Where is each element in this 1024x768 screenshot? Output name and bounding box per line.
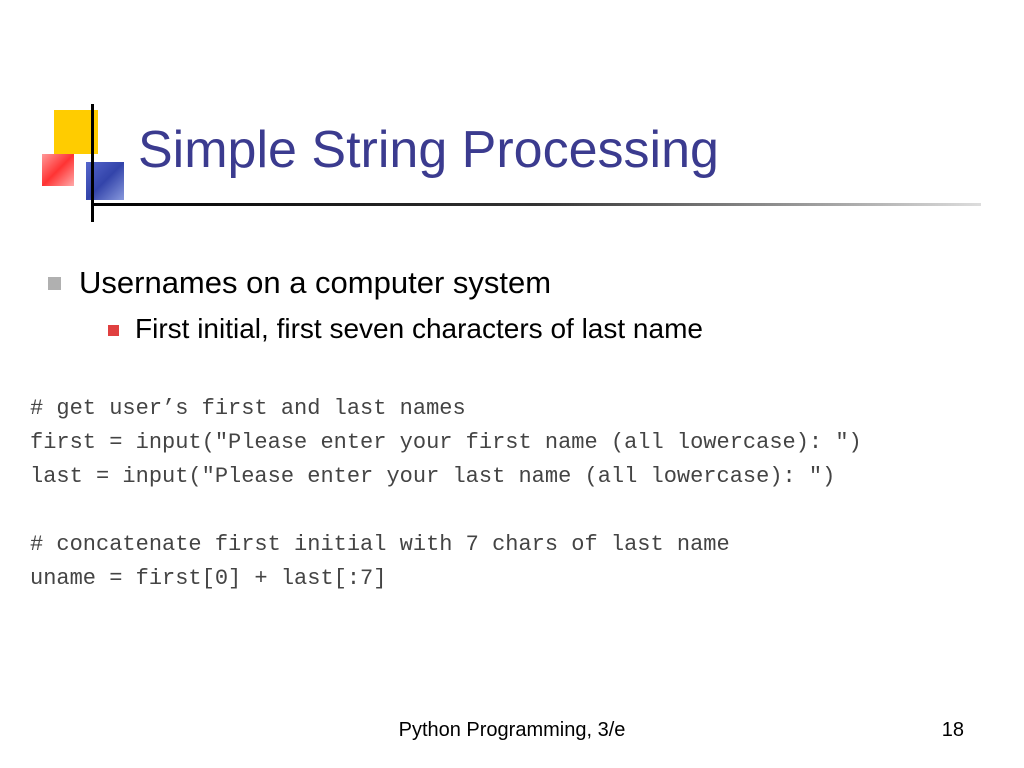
bullet-level-2: First initial, first seven characters of… xyxy=(108,313,984,345)
footer-text: Python Programming, 3/e xyxy=(0,719,1024,742)
bullet-text: Usernames on a computer system xyxy=(79,265,551,301)
slide-body: Usernames on a computer system First ini… xyxy=(48,265,984,357)
code-block: # get user’s first and last names first … xyxy=(30,392,994,596)
page-number: 18 xyxy=(942,719,964,742)
slide-decoration xyxy=(42,110,107,205)
bullet-square-icon xyxy=(108,325,119,336)
code-line: uname = first[0] + last[:7] xyxy=(30,562,994,596)
code-line: # get user’s first and last names xyxy=(30,392,994,426)
horizontal-rule xyxy=(91,203,981,206)
bullet-level-1: Usernames on a computer system xyxy=(48,265,984,301)
slide-title: Simple String Processing xyxy=(138,120,719,180)
code-line: # concatenate first initial with 7 chars… xyxy=(30,528,994,562)
red-square-icon xyxy=(42,154,74,186)
bullet-square-icon xyxy=(48,277,61,290)
code-blank-line xyxy=(30,494,994,528)
code-line: last = input("Please enter your last nam… xyxy=(30,460,994,494)
code-line: first = input("Please enter your first n… xyxy=(30,426,994,460)
bullet-text: First initial, first seven characters of… xyxy=(135,313,703,345)
